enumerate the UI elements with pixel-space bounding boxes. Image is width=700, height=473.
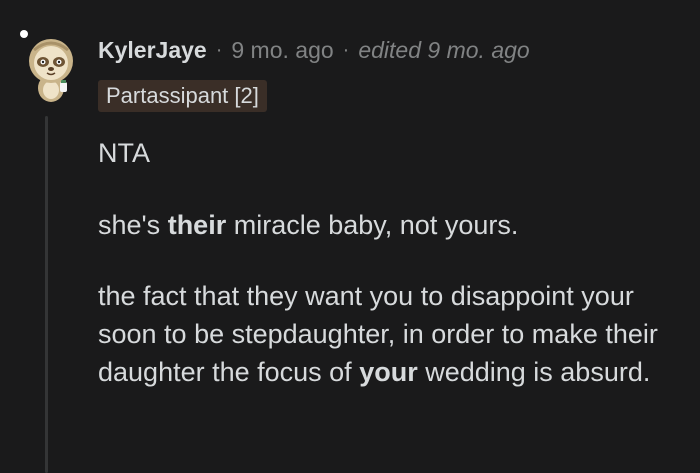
- sloth-snoo-avatar-icon: [29, 39, 73, 102]
- comment-paragraph: NTA: [98, 138, 150, 168]
- author-link[interactable]: KylerJaye: [98, 37, 207, 64]
- bold-text: their: [167, 210, 227, 240]
- paragraph-text: wedding is absurd.: [417, 357, 651, 387]
- user-flair: Partassipant [2]: [98, 80, 267, 112]
- user-avatar[interactable]: [18, 30, 84, 106]
- comment-body: NTA she's their miracle baby, not yours.…: [98, 134, 688, 391]
- paragraph-text: miracle baby, not yours.: [226, 210, 519, 240]
- comment-paragraph: she's their miracle baby, not yours.: [98, 206, 688, 244]
- comment-meta: KylerJaye · 9 mo. ago · edited 9 mo. ago: [98, 34, 530, 66]
- meta-separator: ·: [215, 38, 223, 61]
- comment: KylerJaye · 9 mo. ago · edited 9 mo. ago…: [0, 0, 700, 473]
- edited-timestamp: edited 9 mo. ago: [358, 36, 530, 63]
- meta-separator: ·: [342, 38, 350, 61]
- comment-timestamp[interactable]: 9 mo. ago: [231, 37, 333, 64]
- paragraph-text: she's: [98, 210, 168, 240]
- thread-line[interactable]: [45, 116, 48, 473]
- bold-text: your: [359, 357, 418, 387]
- comment-paragraph: the fact that they want you to disappoin…: [98, 277, 688, 391]
